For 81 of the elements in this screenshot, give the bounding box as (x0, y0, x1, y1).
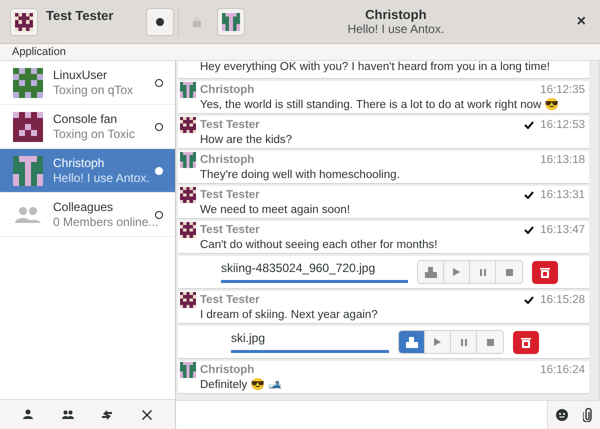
people-icon[interactable] (62, 408, 74, 420)
file-name: ski.jpg (231, 331, 266, 346)
pause-icon (460, 338, 466, 346)
delete-button[interactable] (532, 260, 558, 284)
sender-name: Test Tester (200, 223, 261, 237)
play-icon (434, 338, 441, 346)
message-time: 16:16:24 (540, 363, 585, 377)
sender-name: Test Tester (200, 188, 261, 202)
pause-icon (480, 268, 486, 276)
contact-name: Christoph (53, 156, 106, 170)
smiley-icon[interactable] (556, 409, 568, 421)
sender-name: Christoph (200, 83, 256, 97)
contact-item[interactable]: Christoph Hello! I use Antox. (0, 149, 175, 193)
contact-avatar-button[interactable] (217, 8, 245, 36)
stop-button[interactable] (477, 331, 503, 353)
contact-name: Console fan (53, 112, 118, 126)
paperclip-icon[interactable] (583, 408, 592, 422)
contact-status: Hello! I use Antox. (53, 170, 151, 186)
user-name: Test Tester (46, 7, 114, 25)
play-icon (453, 268, 460, 276)
group-icon (15, 206, 41, 222)
play-button[interactable] (444, 261, 470, 283)
play-button[interactable] (425, 331, 451, 353)
message-text: I dream of skiing. Next year again? (199, 308, 379, 322)
avatar-icon (180, 82, 196, 98)
file-name: skiing-4835024_960_720.jpg (221, 261, 376, 276)
message-time: 16:15:28 (540, 293, 585, 307)
stop-icon (486, 338, 494, 346)
message-time: 16:12:35 (540, 83, 585, 97)
message-text: Hey everything OK with you? I haven't heard from you in a long time! (200, 61, 551, 75)
sender-name: Test Tester (200, 118, 261, 132)
contact-status: Toxing on qTox (53, 82, 134, 98)
sender-name: Test Tester (200, 293, 261, 307)
delete-button[interactable] (513, 330, 539, 354)
contact-status: Toxing on Toxic (53, 126, 136, 142)
message-time: 16:13:18 (540, 153, 585, 167)
status-button[interactable] (146, 8, 174, 36)
message-text: How are the kids? (199, 133, 294, 147)
pause-button[interactable] (470, 261, 496, 283)
swap-arrows-icon[interactable] (101, 408, 114, 420)
status-dot-icon (156, 18, 164, 26)
message-text: Definitely 😎 🎿 (199, 378, 283, 392)
stop-icon (506, 268, 512, 276)
avatar-icon (180, 152, 196, 168)
avatar-icon (222, 12, 240, 30)
open-button[interactable] (418, 261, 444, 283)
person-icon[interactable] (22, 408, 34, 420)
contact-name: LinuxUser (53, 68, 108, 82)
status-indicator (155, 166, 163, 174)
contact-status: 0 Members online... (53, 214, 155, 230)
status-indicator (155, 122, 163, 130)
stop-button[interactable] (496, 261, 522, 283)
message-input[interactable] (176, 401, 548, 429)
close-button[interactable]: × (576, 10, 586, 34)
avatar-icon (180, 187, 196, 203)
message-text: They're doing well with homeschooling. (199, 168, 401, 182)
message-text: Yes, the world is still standing. There is a lot to do at work right now 😎 (199, 98, 560, 112)
trash-icon (540, 266, 550, 278)
contact-name: Colleagues (53, 200, 114, 214)
avatar-button[interactable] (10, 8, 38, 36)
status-indicator (155, 210, 163, 218)
menu-label[interactable]: Application (12, 44, 66, 60)
message-text: We need to meet again soon! (199, 203, 352, 217)
sender-name: Christoph (200, 363, 256, 377)
lock-icon (193, 16, 201, 26)
sender-name: Christoph (200, 153, 256, 167)
open-button[interactable] (399, 331, 425, 353)
avatar-icon (180, 362, 196, 378)
message-time: 16:12:53 (540, 118, 585, 132)
avatar-icon (180, 117, 196, 133)
pause-button[interactable] (451, 331, 477, 353)
status-indicator (155, 78, 163, 86)
avatar-icon (15, 12, 33, 30)
trash-icon (521, 336, 531, 348)
message-text: Can't do without seeing each other for months! (199, 238, 438, 252)
message-time: 16:13:47 (540, 223, 585, 237)
message-time: 16:13:31 (540, 188, 585, 202)
avatar-icon (180, 222, 196, 238)
avatar-icon (180, 292, 196, 308)
chat-title: Christoph (365, 7, 427, 22)
chat-subtitle: Hello! I use Antox. (347, 22, 444, 36)
